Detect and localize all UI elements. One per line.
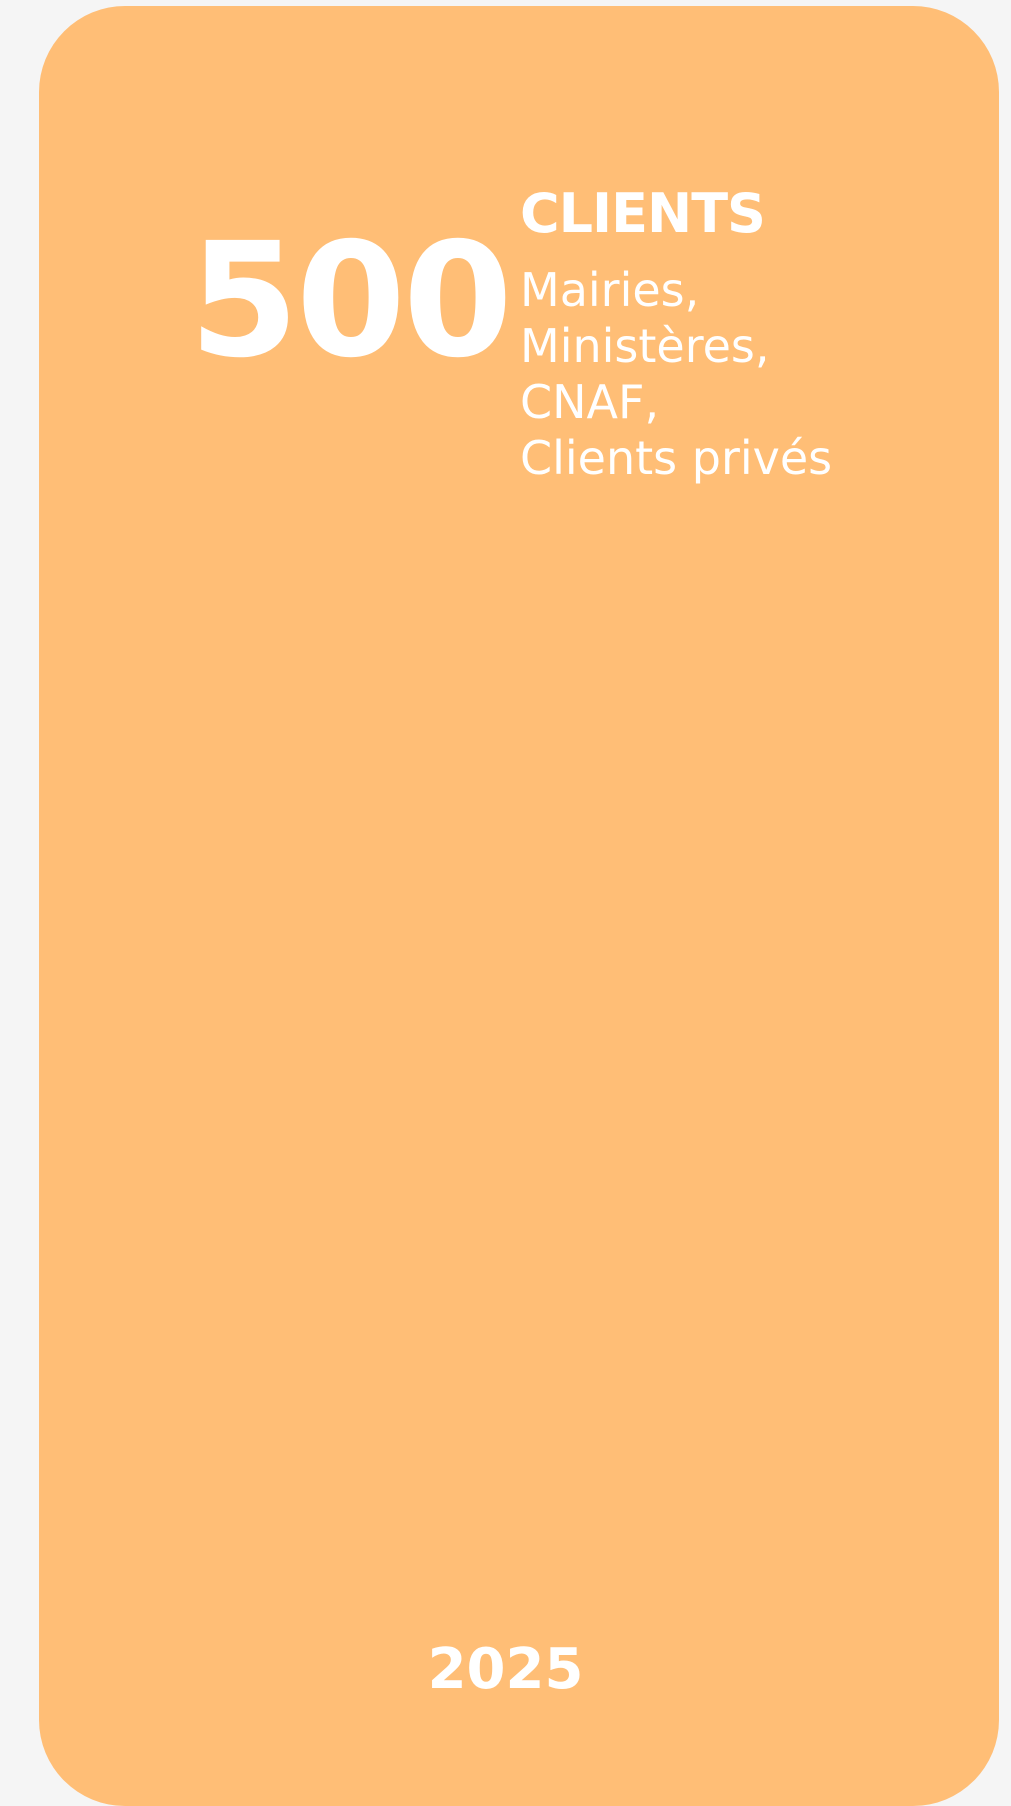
stat-heading: CLIENTS — [520, 182, 766, 245]
list-item: CNAF, — [520, 375, 660, 429]
list-item: Ministères, — [520, 319, 770, 373]
clients-list: Mairies, Ministères, CNAF, Clients privé… — [520, 262, 832, 486]
list-item: Clients privés — [520, 431, 833, 485]
stat-number: 500 — [189, 209, 513, 393]
list-item: Mairies, — [520, 263, 700, 317]
year-label: 2025 — [427, 1637, 584, 1702]
stat-card — [39, 6, 999, 1806]
